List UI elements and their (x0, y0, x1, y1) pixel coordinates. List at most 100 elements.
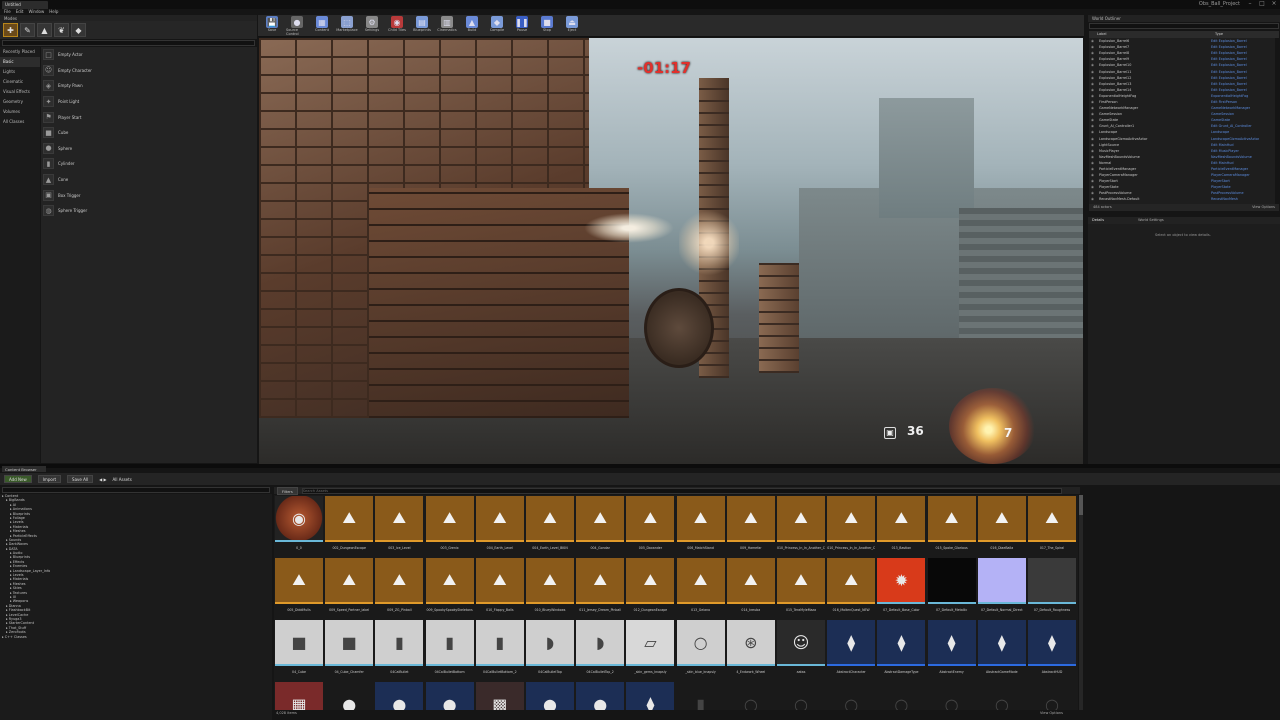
place-mode-icon[interactable]: ✚ (3, 23, 18, 37)
place-category[interactable]: Visual Effects (0, 87, 40, 97)
asset-tile[interactable]: ✹ 07_Default_Base_Color (877, 558, 926, 618)
place-item[interactable]: ▮ Cylinder (41, 156, 257, 172)
asset-tile[interactable]: ⛰ 015_Spoke_Glorious (927, 496, 976, 556)
asset-tile[interactable]: ▱ _skin_gems_knapsly (626, 620, 675, 680)
asset-tile[interactable]: ⛰ 012_DungeonEscape (626, 558, 675, 618)
asset-tile[interactable]: ◗ 04CalBulletTop_2 (576, 620, 625, 680)
history-back-icon[interactable]: ◀ ▶ (99, 477, 106, 482)
visibility-eye-icon[interactable]: ◉ (1091, 100, 1099, 104)
asset-tile[interactable]: ○ (726, 682, 775, 710)
actor-type-link[interactable]: Edit MusicPlayer (1211, 149, 1239, 153)
place-item[interactable]: ◍ Sphere Trigger (41, 203, 257, 219)
asset-view-options[interactable]: View Options (1040, 711, 1063, 715)
place-category[interactable]: Recently Placed (0, 47, 40, 57)
actor-type-link[interactable]: Edit Explosion_Barrel (1211, 88, 1247, 92)
column-label[interactable]: Label (1097, 32, 1215, 37)
asset-tile[interactable]: ● (375, 682, 424, 710)
build-button[interactable]: ▲ Build (461, 16, 483, 36)
actor-type-link[interactable]: Edit FirstPerson (1211, 100, 1237, 104)
asset-tile[interactable]: ⧫ AbstractGameMode (977, 620, 1026, 680)
folder-search-input[interactable] (2, 487, 270, 493)
outliner-search-input[interactable] (1089, 23, 1279, 29)
visibility-eye-icon[interactable]: ◉ (1091, 185, 1099, 189)
visibility-eye-icon[interactable]: ◉ (1091, 63, 1099, 67)
asset-tile[interactable]: ⊛ 4_Endwork_Wheel (726, 620, 775, 680)
visibility-eye-icon[interactable]: ◉ (1091, 191, 1099, 195)
asset-tile[interactable]: ▮ 04CalBulletBottom (425, 620, 474, 680)
place-item[interactable]: □ Empty Actor (41, 47, 257, 63)
cinematics-button[interactable]: ▥ Cinematics (436, 16, 458, 36)
asset-tile[interactable]: ⛰ 014_kreuba (726, 558, 775, 618)
visibility-eye-icon[interactable]: ◉ (1091, 143, 1099, 147)
place-item[interactable]: ■ Cube (41, 125, 257, 141)
asset-tile[interactable]: ⛰ 003_Grenix (425, 496, 474, 556)
visibility-eye-icon[interactable]: ◉ (1091, 112, 1099, 116)
visibility-eye-icon[interactable]: ◉ (1091, 149, 1099, 153)
actor-type-link[interactable]: Edit Explosion_Barrel (1211, 82, 1247, 86)
asset-tile[interactable]: ⧫ AbstractCharacter (827, 620, 876, 680)
actor-type-link[interactable]: PlayerStart (1211, 179, 1230, 183)
compile-button[interactable]: ◆ Compile (486, 16, 508, 36)
breadcrumb[interactable]: All Assets (113, 477, 132, 482)
actor-type-link[interactable]: Landscape (1211, 130, 1229, 134)
asset-tile[interactable]: ▮ 04CalBulletBottom_2 (475, 620, 524, 680)
eject-button[interactable]: ⏏ Eject (561, 16, 583, 36)
asset-tile[interactable]: ⛰ 003_Ice_Level (375, 496, 424, 556)
place-category[interactable]: Geometry (0, 97, 40, 107)
asset-tile[interactable]: ⛰ 013_Geiano (676, 558, 725, 618)
outliner-view-options[interactable]: View Options (1252, 205, 1275, 210)
maximize-button[interactable]: □ (1256, 0, 1268, 8)
asset-tile[interactable]: ⛰ 009_SpookySpookySkeletons (425, 558, 474, 618)
stop-button[interactable]: ■ Stop (536, 16, 558, 36)
actor-type-link[interactable]: Edit Explosion_Barrel (1211, 45, 1247, 49)
asset-tile[interactable]: 07_Default_Metallic (927, 558, 976, 618)
place-item[interactable]: ● Sphere (41, 141, 257, 157)
place-category[interactable]: Lights (0, 67, 40, 77)
asset-tile[interactable]: ⛰ 005_Daxander (626, 496, 675, 556)
place-item[interactable]: ▣ Box Trigger (41, 187, 257, 203)
asset-tile[interactable]: ⧫ AbstractHUD (1028, 620, 1076, 680)
actor-type-link[interactable]: ParticleEventManager (1211, 167, 1248, 171)
content-browser-tab[interactable]: Content Browser (2, 466, 46, 472)
asset-tile[interactable]: ■ 04_Cube_Chamfer (325, 620, 374, 680)
actor-type-link[interactable]: Edit Explosion_Barrel (1211, 70, 1247, 74)
visibility-eye-icon[interactable]: ◉ (1091, 167, 1099, 171)
visibility-eye-icon[interactable]: ◉ (1091, 173, 1099, 177)
visibility-eye-icon[interactable]: ◉ (1091, 51, 1099, 55)
tab-world-settings[interactable]: World Settings (1138, 218, 1164, 223)
landscape-mode-icon[interactable]: ▲ (37, 23, 52, 37)
actor-type-link[interactable]: Edit MainHud (1211, 143, 1234, 147)
actor-type-link[interactable]: Edit Explosion_Barrel (1211, 76, 1247, 80)
asset-tile[interactable]: ○ (827, 682, 876, 710)
asset-tile[interactable]: ⛰ 010_Floppy_Balls (475, 558, 524, 618)
actor-type-link[interactable]: Edit Explosion_Barrel (1211, 63, 1247, 67)
asset-tile[interactable]: ▩ (475, 682, 524, 710)
actor-type-link[interactable]: NavMeshBoundsVolume (1211, 155, 1252, 159)
asset-tile[interactable]: ▮ 04CalBullet (375, 620, 424, 680)
actor-type-link[interactable]: PostProcessVolume (1211, 191, 1244, 195)
asset-tile[interactable]: ☺ aatas (777, 620, 825, 680)
visibility-eye-icon[interactable]: ◉ (1091, 57, 1099, 61)
place-category[interactable]: Volumes (0, 107, 40, 117)
actor-type-link[interactable]: Edit Explosion_Barrel (1211, 51, 1247, 55)
asset-tile[interactable]: ■ 04_Cube (275, 620, 323, 680)
asset-tile[interactable]: ⛰ 010_BlueyWindows (526, 558, 574, 618)
asset-tile[interactable]: ● (425, 682, 474, 710)
asset-search-input[interactable]: Search Assets (301, 487, 1062, 494)
asset-tile[interactable]: ⛰ 016_MoltenQuest_NEW (827, 558, 876, 618)
save-button[interactable]: 💾 Save (261, 16, 283, 36)
asset-tile[interactable]: ⛰ 016_DiaeBalla (977, 496, 1026, 556)
visibility-eye-icon[interactable]: ◉ (1091, 179, 1099, 183)
actor-type-link[interactable]: GameNetworkManager (1211, 106, 1250, 110)
asset-tile[interactable]: ◗ 04CalBulletTop (526, 620, 574, 680)
minimize-button[interactable]: – (1244, 0, 1256, 8)
child-tiles-button[interactable]: ◉ Child Tiles (386, 16, 408, 36)
visibility-eye-icon[interactable]: ◉ (1091, 130, 1099, 134)
visibility-eye-icon[interactable]: ◉ (1091, 124, 1099, 128)
place-search-input[interactable] (2, 40, 255, 46)
visibility-eye-icon[interactable]: ◉ (1091, 106, 1099, 110)
asset-tile[interactable]: ● (325, 682, 374, 710)
actor-type-link[interactable]: ExponentialHeightFog (1211, 94, 1248, 98)
pause-button[interactable]: ❚❚ Pause (511, 16, 533, 36)
asset-tile[interactable]: ⧫ (626, 682, 675, 710)
